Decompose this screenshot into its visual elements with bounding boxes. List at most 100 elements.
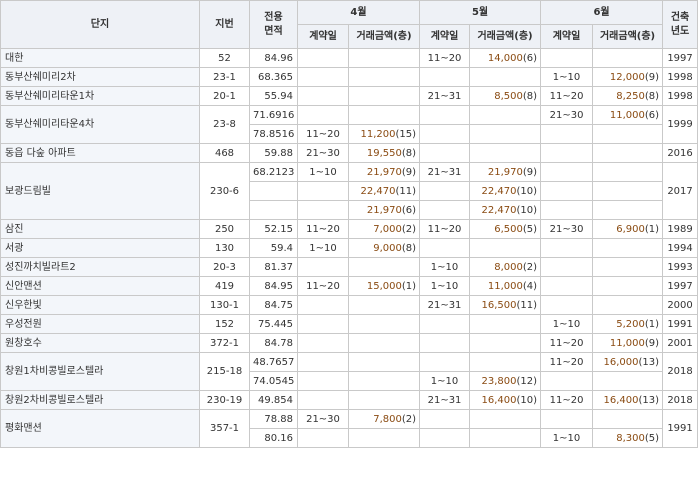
amount-value: 8,300 (616, 432, 645, 444)
header-contract-day: 계약일 (540, 24, 594, 49)
deal-amount: 5,200(1) (592, 314, 664, 334)
floor-value: (10) (516, 394, 538, 406)
complex-name: 창원2차비콩빌로스텔라 (0, 390, 200, 410)
built-year: 1991 (662, 314, 699, 334)
amount-value: 22,470 (481, 204, 517, 216)
contract-day (297, 105, 349, 125)
area-value: 52.15 (249, 219, 298, 239)
contract-day: 11~20 (540, 390, 594, 410)
contract-day (419, 314, 471, 334)
table-row: 평화맨션 357-1 78.88 21~30 7,800(2) 1991 (0, 409, 699, 448)
contract-day: 21~30 (297, 143, 349, 163)
deal-amount: 14,000(6) (469, 48, 542, 68)
contract-day: 21~31 (419, 86, 471, 106)
built-year: 2001 (662, 333, 699, 353)
table-row: 동부산쉐미리2차 23-1 68.365 1~10 12,000(9) 1998 (0, 67, 699, 87)
contract-day (419, 428, 471, 448)
deal-amount: 16,000(13) (592, 352, 664, 372)
deal-amount: 21,970(9) (469, 162, 542, 182)
contract-day: 21~31 (419, 295, 471, 315)
floor-value: (8) (522, 90, 538, 102)
table-row: 서광 130 59.4 1~10 9,000(8) 1994 (0, 238, 699, 258)
amount-value: 12,000 (609, 71, 645, 83)
contract-day (540, 371, 594, 391)
contract-day (419, 200, 471, 220)
contract-day (540, 162, 594, 182)
contract-day (540, 238, 594, 258)
contract-day (297, 352, 349, 372)
floor-value: (13) (638, 394, 660, 406)
deal-amount: 16,400(10) (469, 390, 542, 410)
lot-number: 419 (199, 276, 250, 296)
contract-day (419, 143, 471, 163)
amount-value: 9,000 (373, 242, 402, 254)
complex-name: 보광드림빌 (0, 162, 200, 220)
deal-amount (592, 409, 664, 429)
floor-value: (9) (644, 337, 660, 349)
deal-amount (347, 86, 421, 106)
built-year: 1998 (662, 86, 699, 106)
contract-day (419, 105, 471, 125)
contract-day: 11~20 (419, 48, 471, 68)
lot-number: 230-6 (199, 162, 250, 220)
floor-value: (13) (638, 356, 660, 368)
amount-value: 11,000 (609, 337, 645, 349)
complex-name: 우성전원 (0, 314, 200, 334)
area-value: 49.854 (249, 390, 298, 410)
deal-amount (469, 143, 542, 163)
built-year: 2018 (662, 352, 699, 391)
complex-name: 원창호수 (0, 333, 200, 353)
amount-value: 11,000 (487, 280, 523, 292)
deal-amount: 8,000(2) (469, 257, 542, 277)
contract-day (297, 295, 349, 315)
complex-name: 서광 (0, 238, 200, 258)
lot-number: 20-1 (199, 86, 250, 106)
contract-day (297, 67, 349, 87)
header-amount: 거래금액(층) (469, 24, 542, 49)
amount-value: 22,470 (360, 185, 396, 197)
area-value: 75.445 (249, 314, 298, 334)
deal-amount: 9,000(8) (347, 238, 421, 258)
amount-value: 14,000 (487, 52, 523, 64)
table-row: 동부산쉐미리타운1차 20-1 55.94 21~31 8,500(8) 11~20 8,2… (0, 86, 699, 106)
deal-amount (469, 333, 542, 353)
deal-amount: 7,000(2) (347, 219, 421, 239)
lot-number: 52 (199, 48, 250, 68)
contract-day (297, 86, 349, 106)
floor-value: (6) (401, 204, 417, 216)
amount-value: 19,550 (366, 147, 402, 159)
deal-amount: 22,470(10) (469, 200, 542, 220)
amount-value: 21,970 (366, 166, 402, 178)
table-row: 우성전원 152 75.445 1~10 5,200(1) 1991 (0, 314, 699, 334)
floor-value: (11) (516, 299, 538, 311)
deal-amount (469, 314, 542, 334)
contract-day (540, 257, 594, 277)
floor-value: (8) (644, 90, 660, 102)
contract-day (540, 143, 594, 163)
lot-number: 357-1 (199, 409, 250, 448)
deal-amount: 22,470(11) (347, 181, 421, 201)
contract-day: 1~10 (540, 314, 594, 334)
deal-amount: 11,000(4) (469, 276, 542, 296)
floor-value: (9) (401, 166, 417, 178)
lot-number: 130 (199, 238, 250, 258)
deal-amount: 11,000(9) (592, 333, 664, 353)
floor-value: (2) (401, 223, 417, 235)
built-year: 1993 (662, 257, 699, 277)
header-complex: 단지 (0, 0, 200, 49)
amount-value: 23,800 (481, 375, 517, 387)
complex-name: 신우한빛 (0, 295, 200, 315)
header-month-may: 5월 (419, 0, 542, 25)
area-value (249, 181, 298, 201)
contract-day (297, 200, 349, 220)
built-year: 1994 (662, 238, 699, 258)
deal-amount: 16,400(13) (592, 390, 664, 410)
amount-value: 5,200 (616, 318, 645, 330)
floor-value: (10) (516, 204, 538, 216)
complex-name: 동부산쉐미리타운4차 (0, 105, 200, 144)
floor-value: (9) (522, 166, 538, 178)
area-value: 71.6916 (249, 105, 298, 125)
header-month-apr: 4월 (296, 0, 421, 25)
table-row: 원창호수 372-1 84.78 11~20 11,000(9) 2001 (0, 333, 699, 353)
contract-day (419, 352, 471, 372)
